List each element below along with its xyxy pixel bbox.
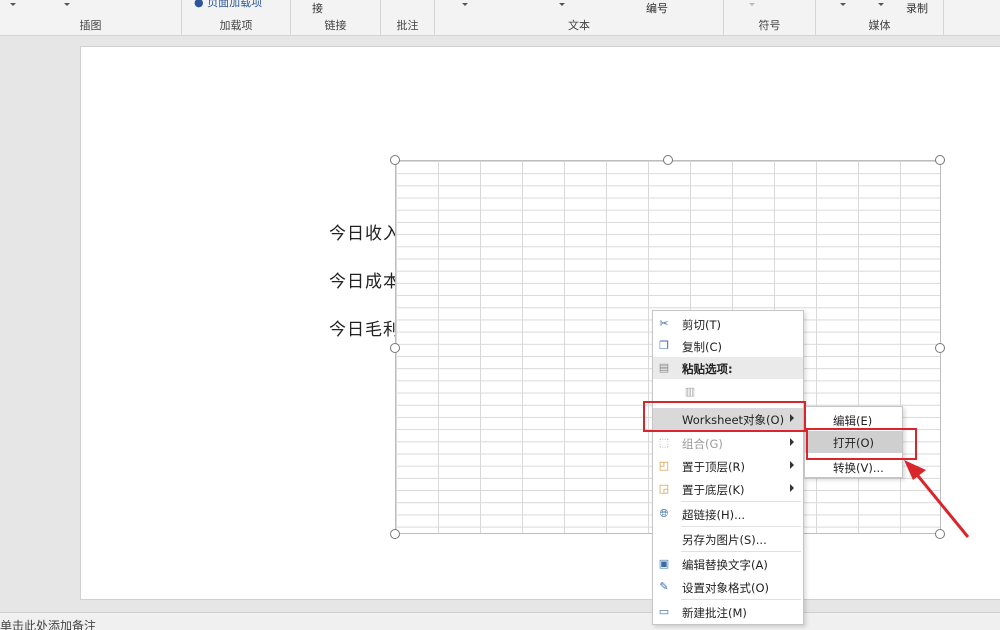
red-arrow-icon [904,460,970,538]
